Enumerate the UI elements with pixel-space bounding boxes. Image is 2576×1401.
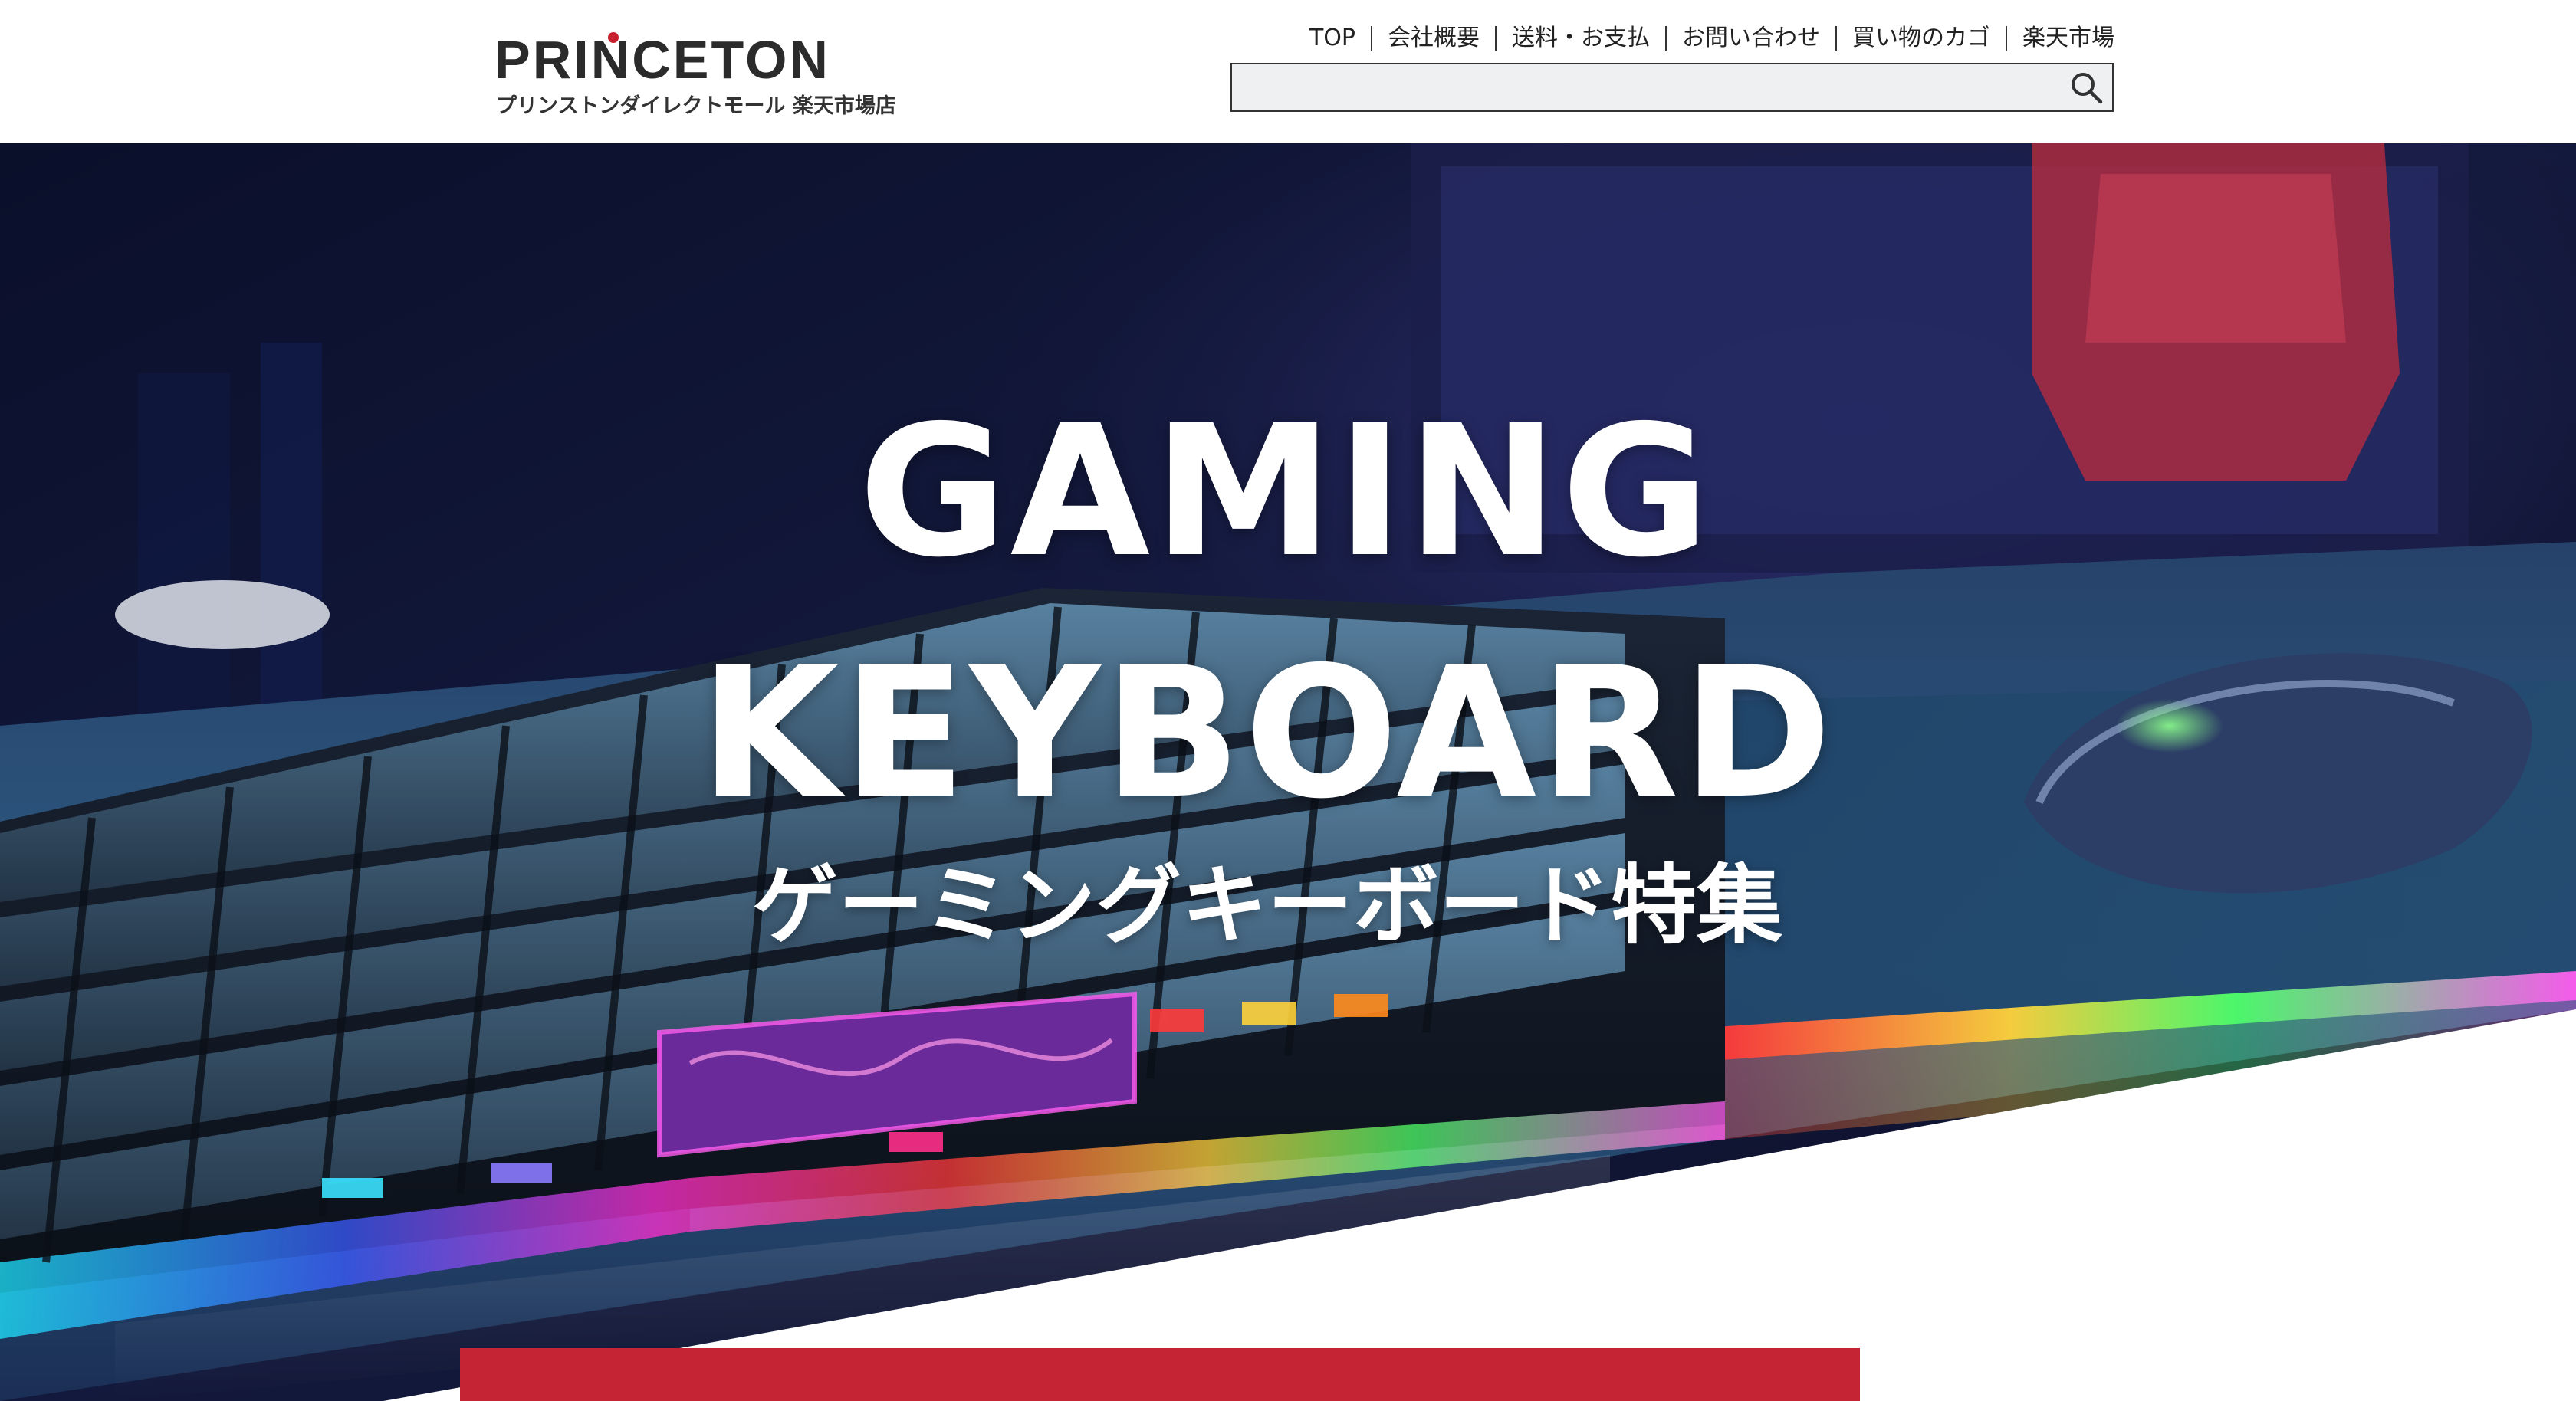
logo-subtitle: プリンストンダイレクトモール 楽天市場店 <box>496 94 896 118</box>
search-icon[interactable] <box>2068 69 2104 106</box>
nav-company[interactable]: 会社概要 <box>1371 26 1495 51</box>
page: PRINCETON プリンストンダイレクトモール 楽天市場店 TOP 会社概要 … <box>0 0 2576 1401</box>
nav-contact[interactable]: お問い合わせ <box>1665 26 1835 51</box>
hero-title-line1: GAMING <box>858 386 1714 597</box>
hero-subtitle: ゲーミングキーボード特集 <box>752 856 1783 956</box>
hero-title-line2: KEYBOARD <box>699 628 1835 838</box>
hero-banner[interactable]: GAMING KEYBOARD ゲーミングキーボード特集 <box>0 143 2576 1401</box>
section-heading-bar <box>460 1348 1860 1401</box>
nav-rakuten[interactable]: 楽天市場 <box>2006 26 2114 51</box>
top-navigation: TOP 会社概要 送料・お支払 お問い合わせ 買い物のカゴ 楽天市場 <box>1309 26 2114 51</box>
search-input[interactable] <box>1232 64 2060 110</box>
hero-text-group: GAMING KEYBOARD ゲーミングキーボード特集 <box>0 143 2576 1401</box>
search-box <box>1230 63 2114 112</box>
logo-accent-dot <box>608 32 619 43</box>
logo-wordmark: PRINCETON <box>495 30 830 90</box>
nav-top[interactable]: TOP <box>1309 26 1371 51</box>
nav-cart[interactable]: 買い物のカゴ <box>1835 26 2006 51</box>
princeton-logo[interactable]: PRINCETON プリンストンダイレクトモール 楽天市場店 <box>495 29 909 121</box>
nav-shipping-payment[interactable]: 送料・お支払 <box>1495 26 1665 51</box>
site-header: PRINCETON プリンストンダイレクトモール 楽天市場店 TOP 会社概要 … <box>0 0 2576 143</box>
